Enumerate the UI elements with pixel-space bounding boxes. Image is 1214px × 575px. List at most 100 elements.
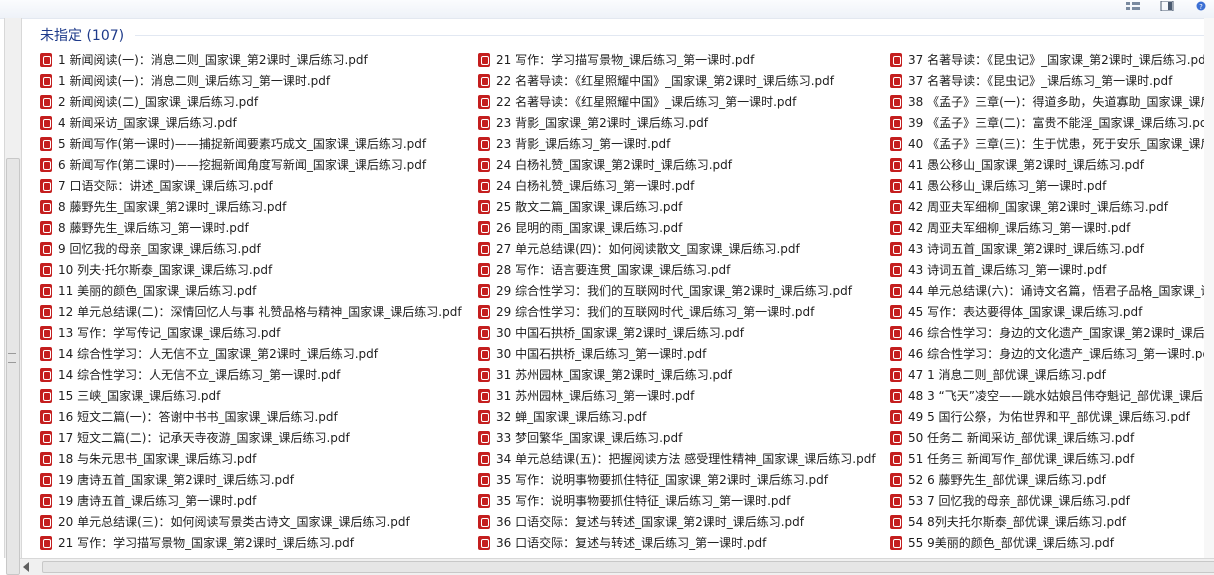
file-item[interactable]: 43 诗词五首_课后练习_第一课时.pdf: [890, 259, 1214, 280]
file-item[interactable]: 29 综合性学习：我们的互联网时代_国家课_第2课时_课后练习.pdf: [478, 280, 876, 301]
file-item[interactable]: 14 综合性学习：人无信不立_课后练习_第一课时.pdf: [40, 364, 462, 385]
file-item[interactable]: 21 写作：学习描写景物_课后练习_第一课时.pdf: [478, 49, 876, 70]
file-item[interactable]: 22 名著导读：《红星照耀中国》_课后练习_第一课时.pdf: [478, 91, 876, 112]
file-item[interactable]: 35 写作：说明事物要抓住特征_国家课_第2课时_课后练习.pdf: [478, 469, 876, 490]
scroll-left-icon[interactable]: [23, 562, 29, 572]
horizontal-scroll-thumb[interactable]: [42, 561, 1214, 573]
file-name: 4 新闻采访_国家课_课后练习.pdf: [58, 116, 237, 130]
file-item[interactable]: 40 《孟子》三章(三)：生于忧患，死于安乐_国家课_课后练: [890, 133, 1214, 154]
horizontal-scrollbar[interactable]: [20, 558, 1214, 575]
file-item[interactable]: 50 任务二 新闻采访_部优课_课后练习.pdf: [890, 427, 1214, 448]
file-item[interactable]: 55 9美丽的颜色_部优课_课后练习.pdf: [890, 532, 1214, 553]
file-item[interactable]: 28 写作：语言要连贯_国家课_课后练习.pdf: [478, 259, 876, 280]
file-item[interactable]: 30 中国石拱桥_国家课_第2课时_课后练习.pdf: [478, 322, 876, 343]
file-item[interactable]: 10 列夫·托尔斯泰_国家课_课后练习.pdf: [40, 259, 462, 280]
file-item[interactable]: 25 散文二篇_国家课_课后练习.pdf: [478, 196, 876, 217]
view-options-icon[interactable]: [1126, 1, 1140, 11]
file-item[interactable]: 31 苏州园林_国家课_第2课时_课后练习.pdf: [478, 364, 876, 385]
file-item[interactable]: 41 愚公移山_国家课_第2课时_课后练习.pdf: [890, 154, 1214, 175]
pdf-file-icon: [478, 430, 490, 445]
file-item[interactable]: 43 诗词五首_国家课_第2课时_课后练习.pdf: [890, 238, 1214, 259]
file-item[interactable]: 45 写作：表达要得体_国家课_课后练习.pdf: [890, 301, 1214, 322]
file-item[interactable]: 37 名著导读：《昆虫记》_国家课_第2课时_课后练习.pdf: [890, 49, 1214, 70]
file-item[interactable]: 2 新闻阅读(二)_国家课_课后练习.pdf: [40, 91, 462, 112]
file-item[interactable]: 19 唐诗五首_课后练习_第一课时.pdf: [40, 490, 462, 511]
file-item[interactable]: 41 愚公移山_课后练习_第一课时.pdf: [890, 175, 1214, 196]
file-item[interactable]: 24 白杨礼赞_课后练习_第一课时.pdf: [478, 175, 876, 196]
file-name: 29 综合性学习：我们的互联网时代_课后练习_第一课时.pdf: [496, 305, 815, 319]
file-item[interactable]: 5 新闻写作(第一课时)——捕捉新闻要素巧成文_国家课_课后练习.pdf: [40, 133, 462, 154]
file-item[interactable]: 51 任务三 新闻写作_部优课_课后练习.pdf: [890, 448, 1214, 469]
file-item[interactable]: 53 7 回忆我的母亲_部优课_课后练习.pdf: [890, 490, 1214, 511]
file-item[interactable]: 23 背影_课后练习_第一课时.pdf: [478, 133, 876, 154]
file-name: 35 写作：说明事物要抓住特征_国家课_第2课时_课后练习.pdf: [496, 473, 828, 487]
file-item[interactable]: 9 回忆我的母亲_国家课_课后练习.pdf: [40, 238, 462, 259]
pdf-file-icon: [40, 178, 52, 193]
file-name: 34 单元总结课(五)：把握阅读方法 感受理性精神_国家课_课后练习.pdf: [496, 452, 876, 466]
vertical-scroll-thumb[interactable]: [6, 158, 20, 575]
file-item[interactable]: 30 中国石拱桥_课后练习_第一课时.pdf: [478, 343, 876, 364]
file-item[interactable]: 33 梦回繁华_国家课_课后练习.pdf: [478, 427, 876, 448]
file-item[interactable]: 29 综合性学习：我们的互联网时代_课后练习_第一课时.pdf: [478, 301, 876, 322]
file-item[interactable]: 21 写作：学习描写景物_国家课_第2课时_课后练习.pdf: [40, 532, 462, 553]
file-item[interactable]: 42 周亚夫军细柳_课后练习_第一课时.pdf: [890, 217, 1214, 238]
file-item[interactable]: 36 口语交际：复述与转述_课后练习_第一课时.pdf: [478, 532, 876, 553]
file-item[interactable]: 47 1 消息二则_部优课_课后练习.pdf: [890, 364, 1214, 385]
file-item[interactable]: 37 名著导读：《昆虫记》_课后练习_第一课时.pdf: [890, 70, 1214, 91]
file-item[interactable]: 13 写作：学写传记_国家课_课后练习.pdf: [40, 322, 462, 343]
file-item[interactable]: 7 口语交际：讲述_国家课_课后练习.pdf: [40, 175, 462, 196]
file-item[interactable]: 24 白杨礼赞_国家课_第2课时_课后练习.pdf: [478, 154, 876, 175]
file-name: 25 散文二篇_国家课_课后练习.pdf: [496, 200, 683, 214]
help-icon[interactable]: ?: [1194, 1, 1208, 11]
file-item[interactable]: 4 新闻采访_国家课_课后练习.pdf: [40, 112, 462, 133]
file-item[interactable]: 39 《孟子》三章(二)：富贵不能淫_国家课_课后练习.pdf: [890, 112, 1214, 133]
file-item[interactable]: 8 藤野先生_课后练习_第一课时.pdf: [40, 217, 462, 238]
preview-pane-icon[interactable]: [1160, 1, 1174, 11]
file-item[interactable]: 46 综合性学习：身边的文化遗产_国家课_第2课时_课后练习: [890, 322, 1214, 343]
file-item[interactable]: 48 3 “飞天”凌空——跳水姑娘吕伟夺魁记_部优课_课后: [890, 385, 1214, 406]
file-name: 21 写作：学习描写景物_课后练习_第一课时.pdf: [496, 53, 755, 67]
file-item[interactable]: 19 唐诗五首_国家课_第2课时_课后练习.pdf: [40, 469, 462, 490]
file-item[interactable]: 42 周亚夫军细柳_国家课_第2课时_课后练习.pdf: [890, 196, 1214, 217]
file-name: 38 《孟子》三章(一)：得道多助，失道寡助_国家课_课后练: [908, 95, 1214, 109]
file-item[interactable]: 34 单元总结课(五)：把握阅读方法 感受理性精神_国家课_课后练习.pdf: [478, 448, 876, 469]
pdf-file-icon: [478, 325, 490, 340]
pdf-file-icon: [478, 535, 490, 550]
vertical-scrollbar[interactable]: [4, 18, 22, 575]
file-name: 19 唐诗五首_国家课_第2课时_课后练习.pdf: [58, 473, 294, 487]
file-item[interactable]: 1 新闻阅读(一)：消息二则_国家课_第2课时_课后练习.pdf: [40, 49, 462, 70]
file-item[interactable]: 16 短文二篇(一)：答谢中书书_国家课_课后练习.pdf: [40, 406, 462, 427]
file-item[interactable]: 49 5 国行公祭，为佑世界和平_部优课_课后练习.pdf: [890, 406, 1214, 427]
file-item[interactable]: 26 昆明的雨_国家课_课后练习.pdf: [478, 217, 876, 238]
pdf-file-icon: [890, 451, 902, 466]
file-item[interactable]: 11 美丽的颜色_国家课_课后练习.pdf: [40, 280, 462, 301]
file-item[interactable]: 31 苏州园林_课后练习_第一课时.pdf: [478, 385, 876, 406]
file-name: 37 名著导读：《昆虫记》_课后练习_第一课时.pdf: [908, 74, 1173, 88]
file-item[interactable]: 27 单元总结课(四)：如何阅读散文_国家课_课后练习.pdf: [478, 238, 876, 259]
file-item[interactable]: 12 单元总结课(二)：深情回忆人与事 礼赞品格与精神_国家课_课后练习.pdf: [40, 301, 462, 322]
group-header[interactable]: 未指定 (107): [40, 24, 124, 46]
file-item[interactable]: 52 6 藤野先生_部优课_课后练习.pdf: [890, 469, 1214, 490]
file-name: 39 《孟子》三章(二)：富贵不能淫_国家课_课后练习.pdf: [908, 116, 1212, 130]
file-item[interactable]: 46 综合性学习：身边的文化遗产_课后练习_第一课时.pdf: [890, 343, 1214, 364]
file-name: 41 愚公移山_课后练习_第一课时.pdf: [908, 179, 1107, 193]
file-item[interactable]: 14 综合性学习：人无信不立_国家课_第2课时_课后练习.pdf: [40, 343, 462, 364]
file-item[interactable]: 6 新闻写作(第二课时)——挖掘新闻角度写新闻_国家课_课后练习.pdf: [40, 154, 462, 175]
file-item[interactable]: 38 《孟子》三章(一)：得道多助，失道寡助_国家课_课后练: [890, 91, 1214, 112]
file-item[interactable]: 8 藤野先生_国家课_第2课时_课后练习.pdf: [40, 196, 462, 217]
file-item[interactable]: 23 背影_国家课_第2课时_课后练习.pdf: [478, 112, 876, 133]
file-name: 40 《孟子》三章(三)：生于忧患，死于安乐_国家课_课后练: [908, 137, 1214, 151]
file-name: 46 综合性学习：身边的文化遗产_课后练习_第一课时.pdf: [908, 347, 1214, 361]
file-item[interactable]: 20 单元总结课(三)：如何阅读写景类古诗文_国家课_课后练习.pdf: [40, 511, 462, 532]
file-item[interactable]: 44 单元总结课(六)：诵诗文名篇，悟君子品格_国家课_课后: [890, 280, 1214, 301]
file-item[interactable]: 18 与朱元思书_国家课_课后练习.pdf: [40, 448, 462, 469]
file-item[interactable]: 36 口语交际：复述与转述_国家课_第2课时_课后练习.pdf: [478, 511, 876, 532]
file-item[interactable]: 35 写作：说明事物要抓住特征_课后练习_第一课时.pdf: [478, 490, 876, 511]
file-item[interactable]: 15 三峡_国家课_课后练习.pdf: [40, 385, 462, 406]
file-item[interactable]: 32 蝉_国家课_课后练习.pdf: [478, 406, 876, 427]
file-item[interactable]: 54 8列夫托尔斯泰_部优课_课后练习.pdf: [890, 511, 1214, 532]
file-item[interactable]: 17 短文二篇(二)：记承天寺夜游_国家课_课后练习.pdf: [40, 427, 462, 448]
file-item[interactable]: 22 名著导读：《红星照耀中国》_国家课_第2课时_课后练习.pdf: [478, 70, 876, 91]
file-item[interactable]: 1 新闻阅读(一)：消息二则_课后练习_第一课时.pdf: [40, 70, 462, 91]
pdf-file-icon: [40, 430, 52, 445]
